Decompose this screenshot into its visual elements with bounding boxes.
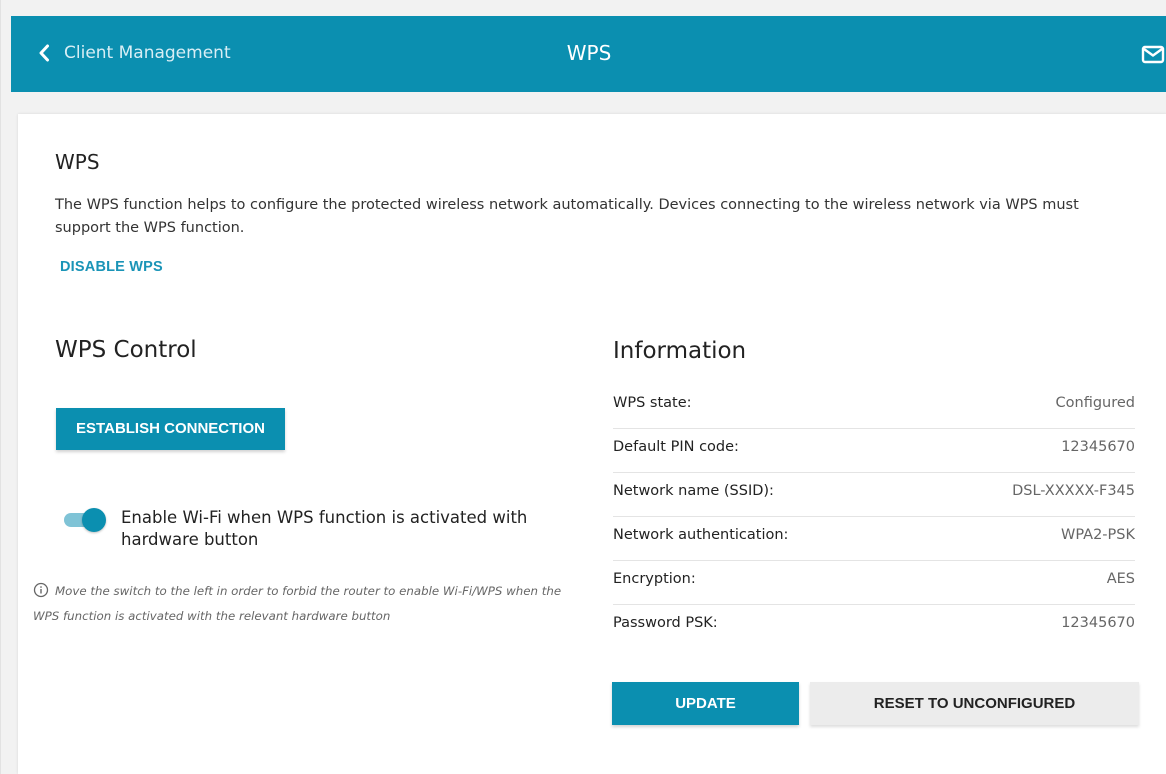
wps-heading: WPS: [55, 150, 100, 174]
info-label: Default PIN code:: [613, 439, 739, 455]
disable-wps-link[interactable]: DISABLE WPS: [60, 259, 163, 275]
info-row: Network name (SSID): DSL-XXXXX-F345: [613, 473, 1135, 517]
info-row: Password PSK: 12345670: [613, 605, 1135, 649]
info-value: 12345670: [1061, 615, 1135, 631]
info-row: Network authentication: WPA2-PSK: [613, 517, 1135, 561]
wps-description: The WPS function helps to configure the …: [55, 197, 1079, 236]
information-heading: Information: [613, 338, 747, 364]
hint-text: Move the switch to the left in order to …: [33, 584, 562, 623]
information-table: WPS state: Configured Default PIN code: …: [613, 385, 1135, 649]
info-value: 12345670: [1061, 439, 1135, 455]
establish-connection-button[interactable]: ESTABLISH CONNECTION: [56, 408, 285, 450]
info-label: Password PSK:: [613, 615, 718, 631]
envelope-icon[interactable]: [1141, 44, 1166, 66]
info-label: WPS state:: [613, 395, 692, 411]
info-label: Network authentication:: [613, 527, 789, 543]
header-bar: Client Management WPS: [11, 16, 1166, 92]
reset-to-unconfigured-button[interactable]: RESET TO UNCONFIGURED: [810, 682, 1139, 725]
toggle-knob: [82, 508, 106, 532]
info-value: WPA2-PSK: [1061, 527, 1135, 543]
enable-wifi-toggle-label: Enable Wi-Fi when WPS function is activa…: [121, 508, 528, 549]
info-label: Encryption:: [613, 571, 696, 587]
info-row: Default PIN code: 12345670: [613, 429, 1135, 473]
content-card: WPS The WPS function helps to configure …: [18, 114, 1166, 774]
hint-text-block: Move the switch to the left in order to …: [33, 580, 588, 627]
info-value: DSL-XXXXX-F345: [1012, 483, 1135, 499]
info-icon: [33, 582, 49, 605]
update-button[interactable]: UPDATE: [612, 682, 799, 725]
enable-wifi-toggle[interactable]: [64, 508, 106, 532]
info-row: Encryption: AES: [613, 561, 1135, 605]
page-frame: Client Management WPS WPS The WPS functi…: [0, 0, 1166, 774]
page-title: WPS: [566, 41, 612, 65]
info-row: WPS state: Configured: [613, 385, 1135, 429]
info-label: Network name (SSID):: [613, 483, 774, 499]
wps-control-heading: WPS Control: [55, 337, 197, 363]
info-value: AES: [1106, 571, 1135, 587]
info-value: Configured: [1055, 395, 1135, 411]
